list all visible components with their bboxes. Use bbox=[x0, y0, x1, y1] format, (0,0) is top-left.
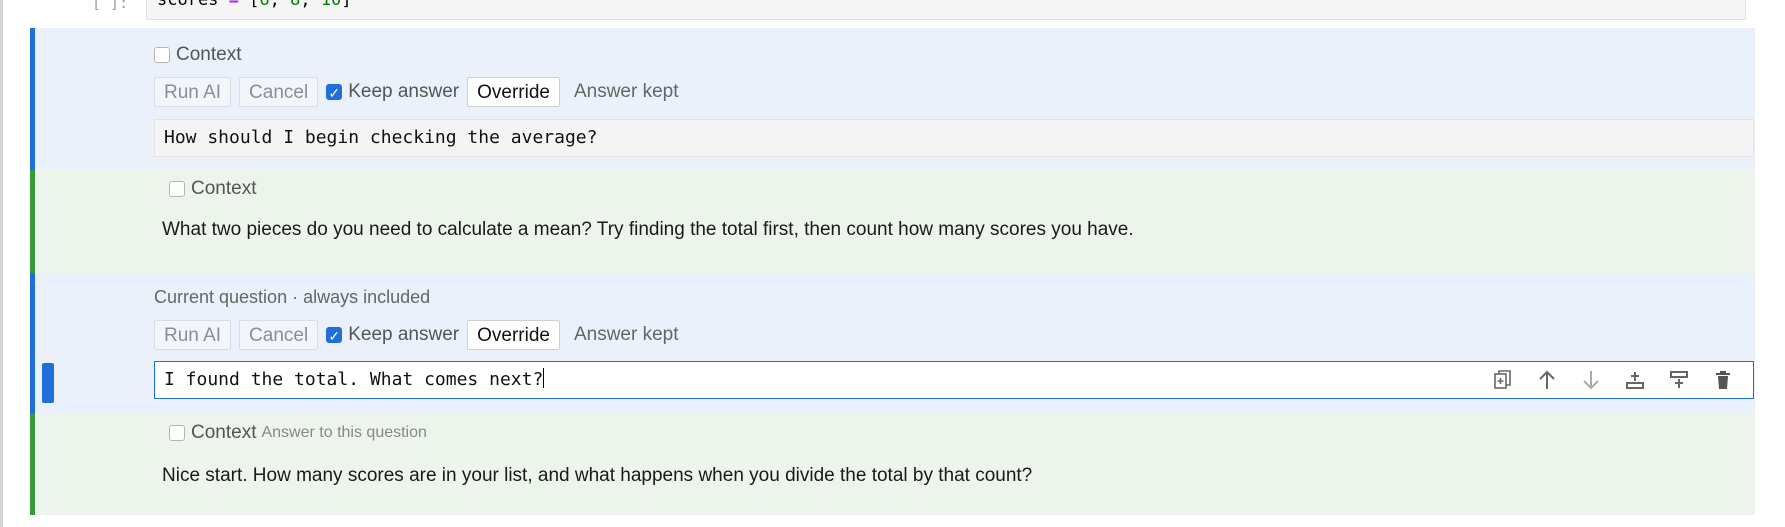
status-text: Answer kept bbox=[573, 324, 679, 345]
delete-icon[interactable] bbox=[1701, 369, 1745, 391]
active-cell-drag-handle[interactable] bbox=[42, 363, 54, 403]
context-toggle[interactable]: Context bbox=[154, 44, 241, 66]
keep-answer-checkbox[interactable]: ✓ bbox=[326, 327, 343, 344]
duplicate-icon[interactable] bbox=[1481, 369, 1525, 391]
override-button[interactable]: Override bbox=[467, 77, 560, 107]
answer-note: Answer to this question bbox=[261, 424, 427, 441]
context-toggle[interactable]: Context Answer to this question bbox=[169, 422, 427, 444]
keep-answer-label: Keep answer bbox=[348, 81, 460, 102]
status-text: Answer kept bbox=[573, 81, 679, 102]
run-ai-button[interactable]: Run AI bbox=[154, 77, 232, 107]
question-input-active[interactable]: I found the total. What comes next? bbox=[154, 361, 1754, 399]
cancel-button[interactable]: Cancel bbox=[239, 320, 319, 350]
answer-text: Nice start. How many scores are in your … bbox=[162, 465, 1033, 486]
run-ai-button[interactable]: Run AI bbox=[154, 320, 232, 350]
previous-code-cell[interactable]: scores = [6, 8, 10] bbox=[146, 0, 1746, 20]
code-comma: , bbox=[300, 0, 311, 10]
context-checkbox[interactable] bbox=[169, 181, 185, 197]
keep-answer-checkbox[interactable]: ✓ bbox=[326, 84, 343, 101]
code-number: 8 bbox=[290, 0, 301, 10]
context-checkbox[interactable] bbox=[169, 425, 185, 441]
code-operator: = bbox=[228, 0, 239, 10]
context-toggle[interactable]: Context bbox=[169, 178, 256, 200]
current-question-header: Current question · always included bbox=[154, 287, 431, 307]
question-cell-2[interactable]: Current question · always included Run A… bbox=[30, 273, 1755, 413]
ai-toolbar: Run AI Cancel ✓ Keep answer Override Ans… bbox=[154, 320, 679, 350]
question-cell-1[interactable]: Context Run AI Cancel ✓ Keep answer Over… bbox=[30, 28, 1755, 170]
keep-answer-toggle[interactable]: ✓ Keep answer bbox=[326, 81, 459, 103]
ai-toolbar: Run AI Cancel ✓ Keep answer Override Ans… bbox=[154, 77, 679, 107]
code-comma: , bbox=[269, 0, 280, 10]
cell-toolbar bbox=[1481, 365, 1745, 395]
code-bracket: [ bbox=[249, 0, 260, 10]
text-caret bbox=[543, 368, 545, 388]
code-number: 6 bbox=[259, 0, 270, 10]
keep-answer-toggle[interactable]: ✓ Keep answer bbox=[326, 324, 459, 346]
answer-cell-1: Context What two pieces do you need to c… bbox=[30, 170, 1755, 273]
insert-above-icon[interactable] bbox=[1657, 369, 1701, 391]
keep-answer-label: Keep answer bbox=[348, 324, 460, 345]
code-bracket: ] bbox=[341, 0, 352, 10]
context-label: Context bbox=[191, 422, 257, 443]
answer-text: What two pieces do you need to calculate… bbox=[162, 219, 1134, 240]
context-label: Context bbox=[191, 178, 257, 199]
question-input[interactable]: How should I begin checking the average? bbox=[154, 119, 1754, 157]
code-line: scores = [6, 8, 10] bbox=[157, 0, 1745, 10]
context-label: Context bbox=[176, 44, 242, 65]
move-down-icon[interactable] bbox=[1569, 369, 1613, 391]
cancel-button[interactable]: Cancel bbox=[239, 77, 319, 107]
code-variable: scores bbox=[157, 0, 219, 10]
insert-below-icon[interactable] bbox=[1613, 369, 1657, 391]
cell-prompt: [ ]: bbox=[92, 0, 129, 12]
code-number: 10 bbox=[320, 0, 342, 10]
answer-cell-2: Context Answer to this question Nice sta… bbox=[30, 413, 1755, 515]
context-checkbox[interactable] bbox=[154, 47, 170, 63]
question-text: I found the total. What comes next? bbox=[164, 369, 544, 390]
move-up-icon[interactable] bbox=[1525, 369, 1569, 391]
notebook-left-border bbox=[0, 0, 3, 527]
override-button[interactable]: Override bbox=[467, 320, 560, 350]
